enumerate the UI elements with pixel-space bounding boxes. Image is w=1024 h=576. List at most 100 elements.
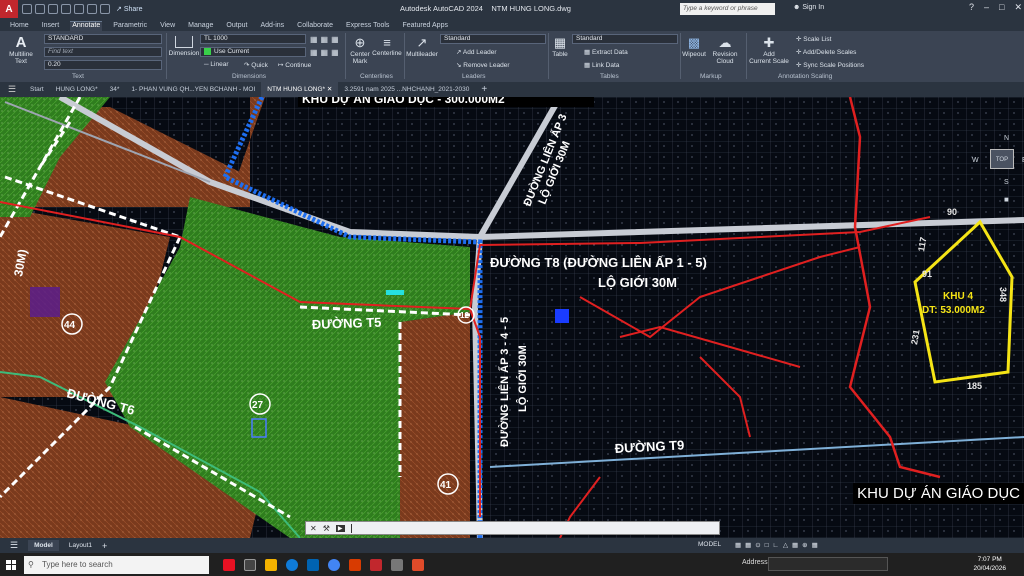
viewcube-top-face[interactable]: TOP: [990, 149, 1014, 169]
dim-tools-icons-2[interactable]: ▦▦▦: [310, 48, 342, 57]
tab-express-tools[interactable]: Express Tools: [344, 22, 391, 31]
centerlines-panel-label[interactable]: Centerlines: [360, 73, 393, 80]
app-w-icon[interactable]: [223, 558, 235, 571]
add-layout-button[interactable]: +: [102, 541, 107, 551]
plot-icon[interactable]: [74, 4, 84, 14]
continue-dim-button[interactable]: ↦ Continue: [278, 61, 311, 69]
remove-leader-button[interactable]: ↘ Remove Leader: [456, 61, 510, 69]
model-tab[interactable]: Model: [28, 540, 59, 551]
wcs-icon[interactable]: ■: [1004, 195, 1009, 204]
close-icon[interactable]: ✕: [1014, 2, 1022, 13]
scale-list-button[interactable]: ✛ Scale List: [796, 35, 831, 43]
file-explorer-icon[interactable]: [265, 558, 277, 571]
tab-add-ins[interactable]: Add-ins: [258, 22, 286, 31]
extract-data-button[interactable]: ▦ Extract Data: [584, 48, 628, 56]
find-text-input[interactable]: Find text: [44, 47, 162, 57]
tab-manage[interactable]: Manage: [186, 22, 215, 31]
dimension-button[interactable]: Dimension: [168, 36, 200, 57]
sign-in-button[interactable]: ☻ Sign In: [793, 4, 824, 11]
layout1-tab[interactable]: Layout1: [69, 542, 92, 549]
file-tab-start[interactable]: Start: [24, 82, 50, 97]
tab-insert[interactable]: Insert: [40, 22, 62, 31]
taskbar-search-input[interactable]: ⚲ Type here to search: [24, 555, 209, 574]
quick-dim-button[interactable]: ↷ Quick: [244, 61, 268, 69]
dim-layer-select[interactable]: Use Current: [200, 47, 306, 57]
open-file-icon[interactable]: [35, 4, 45, 14]
store-icon[interactable]: [307, 558, 319, 571]
tables-panel-label[interactable]: Tables: [600, 73, 619, 80]
viewcube-west[interactable]: W: [972, 157, 979, 164]
system-clock[interactable]: 7:07 PM 20/04/2026: [973, 555, 1006, 573]
file-tab-ntm-hung-long[interactable]: NTM HUNG LONG* ✕: [261, 82, 339, 97]
viewcube-south[interactable]: S: [1004, 179, 1009, 186]
tab-parametric[interactable]: Parametric: [111, 22, 149, 31]
new-tab-button[interactable]: +: [475, 82, 493, 97]
table-button[interactable]: ▦ Table: [550, 35, 570, 58]
file-tab-34[interactable]: 34*: [104, 82, 126, 97]
edge-icon[interactable]: [286, 558, 298, 571]
share-button[interactable]: ↗ Share: [116, 5, 143, 13]
linear-dim-button[interactable]: ─ Linear: [204, 61, 229, 68]
address-input[interactable]: [768, 557, 888, 571]
redo-icon[interactable]: [100, 4, 110, 14]
tab-featured-apps[interactable]: Featured Apps: [400, 22, 450, 31]
autocad-taskbar-icon[interactable]: [370, 558, 382, 571]
file-tab-hung-long[interactable]: HUNG LONG*: [50, 82, 104, 97]
app-icon-2[interactable]: [412, 558, 424, 571]
status-menu-icon[interactable]: ☰: [10, 540, 18, 551]
revision-cloud-button[interactable]: ☁ Revision Cloud: [708, 35, 742, 65]
undo-icon[interactable]: [87, 4, 97, 14]
close-command-icon[interactable]: ✕: [310, 524, 317, 533]
add-current-scale-button[interactable]: ✚ Add Current Scale: [748, 35, 790, 65]
model-space-button[interactable]: MODEL: [698, 541, 721, 548]
text-panel-label[interactable]: Text: [72, 73, 84, 80]
dim-tools-icons[interactable]: ▦▦▦: [310, 35, 342, 44]
center-mark-button[interactable]: ⊕ Center Mark: [347, 35, 373, 65]
table-style-select[interactable]: Standard: [572, 34, 678, 44]
command-input[interactable]: [350, 523, 352, 533]
dimensions-panel-label[interactable]: Dimensions: [232, 73, 266, 80]
app-icon[interactable]: [391, 558, 403, 571]
sync-scale-button[interactable]: ✛ Sync Scale Positions: [796, 61, 864, 69]
tab-output[interactable]: Output: [224, 22, 249, 31]
windows-start-icon[interactable]: [0, 554, 22, 576]
markup-panel-label[interactable]: Markup: [700, 73, 722, 80]
autocad-app-icon[interactable]: A: [0, 0, 18, 18]
maximize-icon[interactable]: □: [999, 2, 1004, 13]
leader-style-select[interactable]: Standard: [440, 34, 546, 44]
menu-icon[interactable]: ☰: [0, 84, 24, 95]
dim-style-select[interactable]: TL 1000: [200, 34, 306, 44]
tab-view[interactable]: View: [158, 22, 177, 31]
help-icon[interactable]: ?: [969, 2, 974, 13]
drawing-viewport[interactable]: KHU 4 DT: 53.000M2 90 117 91 348 231 185…: [0, 97, 1024, 538]
multiline-text-button[interactable]: A Multiline Text: [6, 34, 36, 65]
command-line[interactable]: ✕ ⚒ ▶: [305, 521, 720, 535]
multileader-button[interactable]: ↗ Multileader: [405, 35, 439, 58]
tab-annotate[interactable]: Annotate: [70, 21, 103, 31]
close-tab-icon[interactable]: ✕: [327, 86, 332, 93]
chrome-icon[interactable]: [328, 558, 340, 571]
minimize-icon[interactable]: –: [984, 2, 989, 13]
text-style-select[interactable]: STANDARD: [44, 34, 162, 44]
annotation-scaling-panel-label[interactable]: Annotation Scaling: [778, 73, 832, 80]
task-view-icon[interactable]: [244, 558, 256, 571]
save-as-icon[interactable]: [61, 4, 71, 14]
status-toggle-icons[interactable]: ▦▦⊙□∟△▦⊕▦: [735, 541, 822, 549]
link-data-button[interactable]: ▦ Link Data: [584, 61, 619, 69]
help-search-input[interactable]: Type a keyword or phrase: [680, 3, 775, 15]
add-delete-scales-button[interactable]: ✛ Add/Delete Scales: [796, 48, 856, 56]
leaders-panel-label[interactable]: Leaders: [462, 73, 486, 80]
office-icon[interactable]: [349, 558, 361, 571]
wipeout-button[interactable]: ▩ Wipeout: [680, 35, 708, 58]
new-file-icon[interactable]: [22, 4, 32, 14]
file-tab-3-2591[interactable]: 3.2591 nam 2025 ...NHCHANH_2021-2030: [338, 82, 475, 97]
tab-collaborate[interactable]: Collaborate: [295, 22, 335, 31]
file-tab-phan-vung[interactable]: 1- PHAN VUNG QH...YEN BCHANH - MOI: [125, 82, 261, 97]
text-height-input[interactable]: 0.20: [44, 60, 162, 70]
command-wrench-icon[interactable]: ⚒: [323, 524, 330, 533]
add-leader-button[interactable]: ↗ Add Leader: [456, 48, 497, 56]
centerline-button[interactable]: ≡ Centerline: [372, 35, 402, 57]
save-icon[interactable]: [48, 4, 58, 14]
tab-home[interactable]: Home: [8, 22, 31, 31]
viewcube-north[interactable]: N: [1004, 135, 1009, 142]
